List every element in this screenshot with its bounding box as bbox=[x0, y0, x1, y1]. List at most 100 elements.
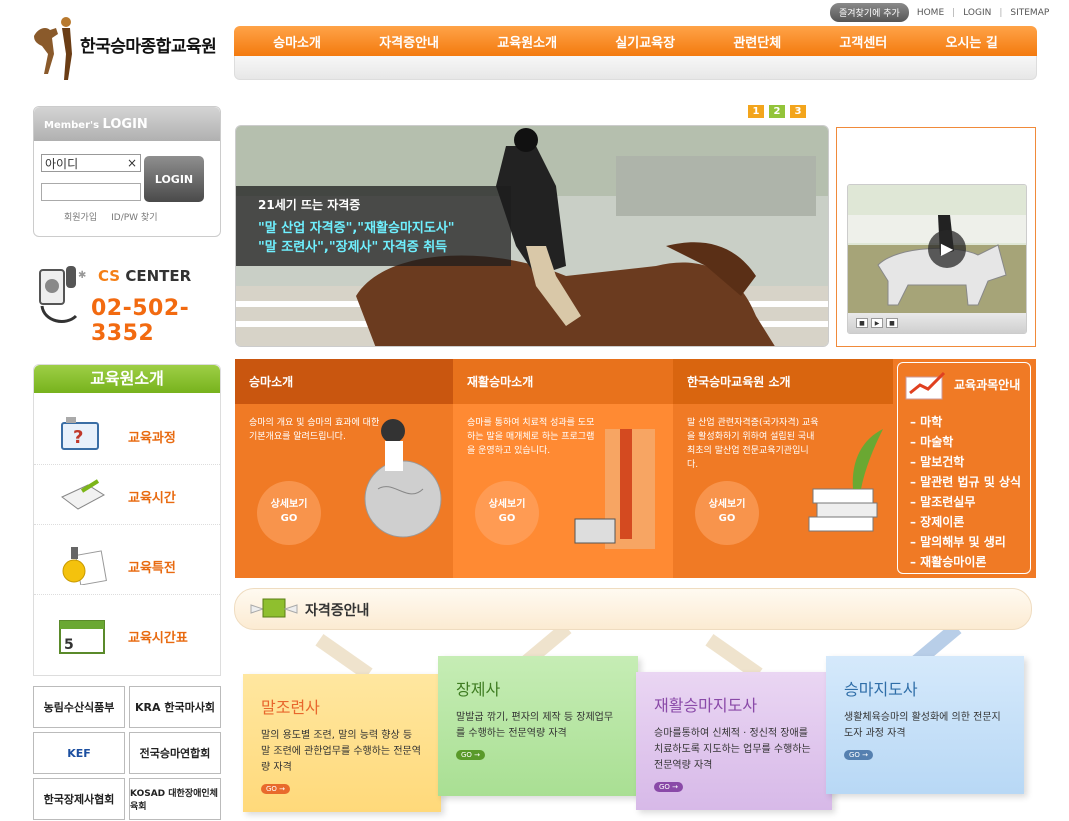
password-input[interactable] bbox=[41, 183, 141, 201]
play-button[interactable]: ▶ bbox=[928, 230, 966, 268]
partner-logo[interactable]: KEF bbox=[33, 732, 125, 774]
slider-pager: 1 2 3 bbox=[748, 105, 806, 118]
cert-card-trainer[interactable]: 말조련사 말의 용도별 조련, 말의 능력 향상 등 말 조련에 관한업무를 수… bbox=[243, 674, 441, 812]
cs-title-center: CENTER bbox=[125, 267, 192, 285]
site-logo[interactable]: 한국승마종합교육원 bbox=[28, 14, 228, 84]
course-item[interactable]: – 마술학 bbox=[906, 432, 1022, 452]
partner-logo[interactable]: 한국장제사협회 bbox=[33, 778, 125, 820]
login-link[interactable]: LOGIN bbox=[963, 8, 991, 18]
course-item[interactable]: – 마학 bbox=[906, 412, 1022, 432]
edu-item-benefit[interactable]: 교육특전 bbox=[34, 535, 220, 595]
home-link[interactable]: HOME bbox=[917, 8, 944, 18]
course-item[interactable]: – 말보건학 bbox=[906, 452, 1022, 472]
cert-go-button[interactable]: GO → bbox=[261, 784, 291, 794]
pager-button[interactable]: 2 bbox=[769, 105, 785, 118]
course-item[interactable]: – 말의해부 및 생리 bbox=[906, 532, 1022, 552]
cert-card-farrier[interactable]: 장제사 말발굽 깎기, 편자의 제작 등 장제업무를 수행하는 전문역량 자격 … bbox=[438, 656, 638, 796]
books-plant-illustration bbox=[808, 429, 883, 532]
edu-item-time[interactable]: 교육시간 bbox=[34, 465, 220, 525]
nav-item-certification[interactable]: 자격증안내 bbox=[379, 32, 439, 51]
go-label: 상세보기 bbox=[708, 499, 746, 510]
edu-item-label: 교육시간 bbox=[128, 491, 176, 506]
cert-card-rehab[interactable]: 재활승마지도사 승마를통하여 신체적 · 정신적 장애를 치료하도록 지도하는 … bbox=[636, 672, 832, 810]
cert-card-desc: 승마를통하여 신체적 · 정신적 장애를 치료하도록 지도하는 업무를 수행하는… bbox=[654, 728, 811, 771]
edu-item-course[interactable]: ? 교육과정 bbox=[34, 405, 220, 465]
pause-icon[interactable]: ■ bbox=[886, 318, 898, 328]
course-item[interactable]: – 장제이론 bbox=[906, 512, 1022, 532]
nav-item-directions[interactable]: 오시는 길 bbox=[945, 32, 997, 51]
course-item[interactable]: – 말관련 법규 및 상식 bbox=[906, 472, 1022, 492]
play-icon[interactable]: ▶ bbox=[871, 318, 883, 328]
cert-card-instructor[interactable]: 승마지도사 생활체육승마의 활성화에 의한 전문지도자 과정 자격 GO → bbox=[826, 656, 1024, 794]
nav-item-practice[interactable]: 실기교육장 bbox=[615, 32, 675, 51]
main-nav: 승마소개 자격증안내 교육원소개 실기교육장 관련단체 고객센터 오시는 길 bbox=[234, 26, 1037, 56]
cert-card-desc: 말의 용도별 조련, 말의 능력 향상 등 말 조련에 관한업무를 수행하는 전… bbox=[261, 730, 421, 773]
join-link[interactable]: 회원가입 bbox=[64, 210, 97, 223]
doctor-illustration bbox=[574, 429, 655, 549]
svg-text:?: ? bbox=[73, 427, 83, 448]
cs-title-cs: CS bbox=[98, 267, 121, 285]
hero-caption-line: 21세기 뜨는 자격증 bbox=[258, 198, 361, 212]
login-links: 회원가입 ID/PW 찾기 bbox=[64, 210, 158, 223]
nav-item-intro[interactable]: 승마소개 bbox=[273, 32, 321, 51]
utility-bar: 즐겨찾기에 추가 HOME | LOGIN | SITEMAP bbox=[830, 3, 1049, 22]
detail-go-button[interactable]: 상세보기 GO bbox=[475, 481, 539, 545]
divider: | bbox=[952, 7, 956, 18]
partner-logos: 농림수산식품부 KRA 한국마사회 KEF 전국승마연합회 한국장제사협회 KO… bbox=[33, 686, 221, 820]
cert-go-button[interactable]: GO → bbox=[844, 750, 874, 760]
video-player[interactable]: ▶ ■ ▶ ■ bbox=[847, 184, 1027, 334]
program-intro[interactable]: 승마소개 승마의 개요 및 승마의 효과에 대한 기본개요를 알려드립니다. 상… bbox=[235, 359, 453, 578]
cert-card-title: 장제사 bbox=[456, 680, 501, 699]
certification-banner: 자격증안내 bbox=[234, 588, 1032, 630]
edu-item-label: 교육과정 bbox=[128, 431, 176, 446]
stop-icon[interactable]: ■ bbox=[856, 318, 868, 328]
login-button[interactable]: LOGIN bbox=[144, 156, 204, 202]
nav-item-organizations[interactable]: 관련단체 bbox=[733, 32, 781, 51]
hero-banner[interactable]: 21세기 뜨는 자격증 "말 산업 자격증","재활승마지도사" "말 조련사"… bbox=[235, 125, 829, 347]
logo-text: 한국승마종합교육원 bbox=[80, 37, 217, 57]
pager-button[interactable]: 1 bbox=[748, 105, 764, 118]
partner-logo[interactable]: KOSAD 대한장애인체육회 bbox=[129, 778, 221, 820]
program-institute[interactable]: 한국승마교육원 소개 말 산업 관련자격증(국가자격) 교육을 활성화하기 위하… bbox=[673, 359, 893, 578]
go-label: 상세보기 bbox=[270, 499, 308, 510]
edu-sidebar: 교육원소개 ? 교육과정 교육시간 교육특전 5 교육시간표 bbox=[33, 364, 221, 676]
medal-icon bbox=[62, 547, 107, 585]
partner-logo[interactable]: KRA 한국마사회 bbox=[129, 686, 221, 728]
hero-caption-line: "말 조련사","장제사" 자격증 취득 bbox=[258, 240, 448, 255]
course-item[interactable]: – 말조련실무 bbox=[906, 492, 1022, 512]
cert-card-title: 승마지도사 bbox=[844, 680, 918, 699]
go-label: GO bbox=[280, 513, 298, 524]
hero-caption-line: "말 산업 자격증","재활승마지도사" bbox=[258, 221, 455, 236]
video-box: ▶ ■ ▶ ■ bbox=[836, 127, 1036, 347]
nav-item-customer[interactable]: 고객센터 bbox=[839, 32, 887, 51]
course-item[interactable]: – 재활승마이론 bbox=[906, 552, 1022, 572]
cs-phone: 02-502-3352 bbox=[91, 296, 190, 346]
nav-item-institute[interactable]: 교육원소개 bbox=[497, 32, 557, 51]
edu-item-label: 교육시간표 bbox=[128, 631, 188, 646]
partner-logo[interactable]: 전국승마연합회 bbox=[129, 732, 221, 774]
find-id-link[interactable]: ID/PW 찾기 bbox=[111, 210, 157, 223]
sitemap-link[interactable]: SITEMAP bbox=[1010, 8, 1049, 18]
detail-go-button[interactable]: 상세보기 GO bbox=[257, 481, 321, 545]
certification-title: 자격증안내 bbox=[305, 603, 370, 619]
program-title: 승마소개 bbox=[235, 359, 453, 404]
bookmark-button[interactable]: 즐겨찾기에 추가 bbox=[830, 3, 909, 22]
edu-title: 교육원소개 bbox=[34, 365, 220, 393]
sub-nav bbox=[234, 56, 1037, 80]
edu-item-label: 교육특전 bbox=[128, 561, 176, 576]
pager-button[interactable]: 3 bbox=[790, 105, 806, 118]
video-controls: ■ ▶ ■ bbox=[848, 313, 1026, 333]
svg-text:✱: ✱ bbox=[78, 270, 86, 281]
cert-go-button[interactable]: GO → bbox=[456, 750, 486, 760]
program-rehab[interactable]: 재활승마소개 승마를 통하여 치료적 성과를 도모하는 말을 매개체로 하는 프… bbox=[453, 359, 673, 578]
id-input[interactable]: 아이디 bbox=[41, 154, 141, 172]
cs-center: ✱ CS CENTER 02-502-3352 bbox=[36, 264, 222, 346]
hero-caption: 21세기 뜨는 자격증 "말 산업 자격증","재활승마지도사" "말 조련사"… bbox=[236, 186, 511, 266]
partner-logo[interactable]: 농림수산식품부 bbox=[33, 686, 125, 728]
horse-logo-icon bbox=[34, 17, 72, 80]
clear-icon[interactable]: × bbox=[127, 156, 137, 170]
program-title: 한국승마교육원 소개 bbox=[673, 359, 893, 404]
cert-go-button[interactable]: GO → bbox=[654, 782, 684, 792]
detail-go-button[interactable]: 상세보기 GO bbox=[695, 481, 759, 545]
edu-item-timetable[interactable]: 5 교육시간표 bbox=[34, 605, 220, 665]
